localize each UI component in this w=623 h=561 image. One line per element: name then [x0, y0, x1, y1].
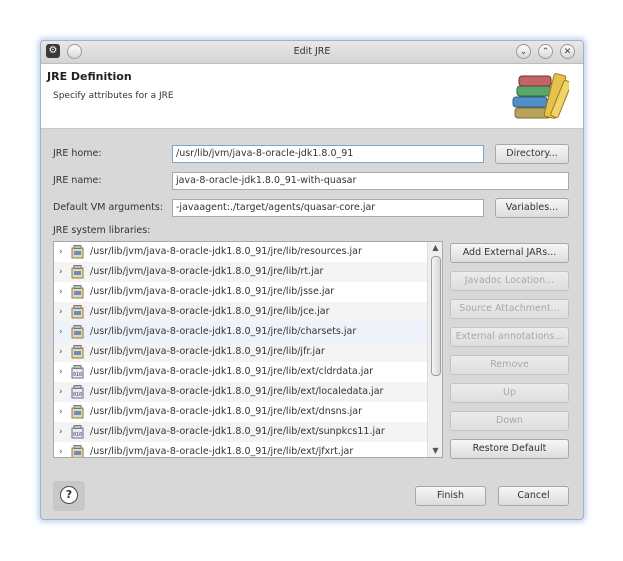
jar-icon	[71, 325, 84, 339]
jar-icon	[71, 405, 84, 419]
help-button[interactable]: ?	[53, 481, 85, 511]
minimize-button[interactable]: ⌄	[516, 44, 531, 59]
jar-icon	[71, 445, 84, 457]
list-item[interactable]: › /usr/lib/jvm/java-8-oracle-jdk1.8.0_91…	[54, 302, 427, 322]
remove-button[interactable]: Remove	[450, 355, 569, 375]
jar-icon	[71, 245, 84, 259]
library-path: /usr/lib/jvm/java-8-oracle-jdk1.8.0_91/j…	[90, 386, 384, 397]
vm-args-field[interactable]: -javaagent:./target/agents/quasar-core.j…	[172, 199, 484, 217]
library-path: /usr/lib/jvm/java-8-oracle-jdk1.8.0_91/j…	[90, 286, 335, 297]
scroll-down-icon[interactable]: ▼	[428, 445, 442, 457]
expand-chevron-icon[interactable]: ›	[59, 302, 67, 322]
list-item[interactable]: › /usr/lib/jvm/java-8-oracle-jdk1.8.0_91…	[54, 342, 427, 362]
edit-jre-dialog: ⚙ Edit JRE ⌄ ⌃ ✕ JRE Definition Specify …	[40, 40, 584, 520]
jre-name-label: JRE name:	[53, 175, 102, 186]
restore-default-button[interactable]: Restore Default	[450, 439, 569, 459]
list-item[interactable]: › /usr/lib/jvm/java-8-oracle-jdk1.8.0_91…	[54, 402, 427, 422]
jar-icon	[71, 265, 84, 279]
jre-home-label: JRE home:	[53, 148, 102, 159]
jar-icon	[71, 285, 84, 299]
external-annotations-button[interactable]: External annotations...	[450, 327, 569, 347]
library-path: /usr/lib/jvm/java-8-oracle-jdk1.8.0_91/j…	[90, 246, 362, 257]
binary-jar-icon: 010	[71, 365, 84, 379]
libraries-label: JRE system libraries:	[53, 225, 151, 236]
binary-jar-icon: 010	[71, 385, 84, 399]
jar-icon	[71, 345, 84, 359]
list-item[interactable]: › 010 /usr/lib/jvm/java-8-oracle-jdk1.8.…	[54, 422, 427, 442]
directory-button[interactable]: Directory...	[495, 144, 569, 164]
list-item[interactable]: › /usr/lib/jvm/java-8-oracle-jdk1.8.0_91…	[54, 242, 427, 262]
expand-chevron-icon[interactable]: ›	[59, 322, 67, 342]
finish-button[interactable]: Finish	[415, 486, 486, 506]
jre-name-field[interactable]: java-8-oracle-jdk1.8.0_91-with-quasar	[172, 172, 569, 190]
source-attachment-button[interactable]: Source Attachment...	[450, 299, 569, 319]
scroll-up-icon[interactable]: ▲	[428, 242, 442, 254]
library-path: /usr/lib/jvm/java-8-oracle-jdk1.8.0_91/j…	[90, 446, 354, 457]
list-item[interactable]: › 010 /usr/lib/jvm/java-8-oracle-jdk1.8.…	[54, 362, 427, 382]
svg-text:010: 010	[73, 392, 82, 398]
scrollbar-thumb[interactable]	[431, 256, 441, 376]
svg-text:010: 010	[73, 432, 82, 438]
list-item[interactable]: › /usr/lib/jvm/java-8-oracle-jdk1.8.0_91…	[54, 262, 427, 282]
expand-chevron-icon[interactable]: ›	[59, 442, 67, 457]
list-scrollbar[interactable]: ▲ ▼	[427, 242, 442, 457]
header-subtitle: Specify attributes for a JRE	[53, 91, 174, 101]
javadoc-location-button[interactable]: Javadoc Location...	[450, 271, 569, 291]
expand-chevron-icon[interactable]: ›	[59, 422, 67, 442]
list-item[interactable]: › 010 /usr/lib/jvm/java-8-oracle-jdk1.8.…	[54, 382, 427, 402]
dialog-header: JRE Definition Specify attributes for a …	[41, 64, 583, 129]
help-icon: ?	[60, 486, 78, 504]
expand-chevron-icon[interactable]: ›	[59, 282, 67, 302]
add-external-jars-button[interactable]: Add External JARs...	[450, 243, 569, 263]
variables-button[interactable]: Variables...	[495, 198, 569, 218]
expand-chevron-icon[interactable]: ›	[59, 402, 67, 422]
expand-chevron-icon[interactable]: ›	[59, 362, 67, 382]
jre-home-field[interactable]: /usr/lib/jvm/java-8-oracle-jdk1.8.0_91	[172, 145, 484, 163]
library-path: /usr/lib/jvm/java-8-oracle-jdk1.8.0_91/j…	[90, 426, 385, 437]
system-libraries-list[interactable]: › /usr/lib/jvm/java-8-oracle-jdk1.8.0_91…	[53, 241, 443, 458]
header-title: JRE Definition	[47, 70, 132, 83]
maximize-button[interactable]: ⌃	[538, 44, 553, 59]
svg-text:010: 010	[73, 372, 82, 378]
library-path: /usr/lib/jvm/java-8-oracle-jdk1.8.0_91/j…	[90, 266, 324, 277]
close-button[interactable]: ✕	[560, 44, 575, 59]
library-path: /usr/lib/jvm/java-8-oracle-jdk1.8.0_91/j…	[90, 326, 357, 337]
library-books-icon	[512, 73, 569, 119]
title-bar[interactable]: ⚙ Edit JRE ⌄ ⌃ ✕	[41, 41, 583, 64]
library-path: /usr/lib/jvm/java-8-oracle-jdk1.8.0_91/j…	[90, 406, 363, 417]
library-path: /usr/lib/jvm/java-8-oracle-jdk1.8.0_91/j…	[90, 346, 325, 357]
expand-chevron-icon[interactable]: ›	[59, 262, 67, 282]
binary-jar-icon: 010	[71, 425, 84, 439]
expand-chevron-icon[interactable]: ›	[59, 342, 67, 362]
expand-chevron-icon[interactable]: ›	[59, 242, 67, 262]
expand-chevron-icon[interactable]: ›	[59, 382, 67, 402]
list-item[interactable]: › /usr/lib/jvm/java-8-oracle-jdk1.8.0_91…	[54, 322, 427, 342]
jar-icon	[71, 305, 84, 319]
up-button[interactable]: Up	[450, 383, 569, 403]
library-path: /usr/lib/jvm/java-8-oracle-jdk1.8.0_91/j…	[90, 306, 330, 317]
list-item[interactable]: › /usr/lib/jvm/java-8-oracle-jdk1.8.0_91…	[54, 282, 427, 302]
list-item[interactable]: › /usr/lib/jvm/java-8-oracle-jdk1.8.0_91…	[54, 442, 427, 457]
down-button[interactable]: Down	[450, 411, 569, 431]
vm-args-label: Default VM arguments:	[53, 202, 164, 213]
cancel-button[interactable]: Cancel	[498, 486, 569, 506]
window-title: Edit JRE	[293, 46, 331, 57]
library-path: /usr/lib/jvm/java-8-oracle-jdk1.8.0_91/j…	[90, 366, 374, 377]
